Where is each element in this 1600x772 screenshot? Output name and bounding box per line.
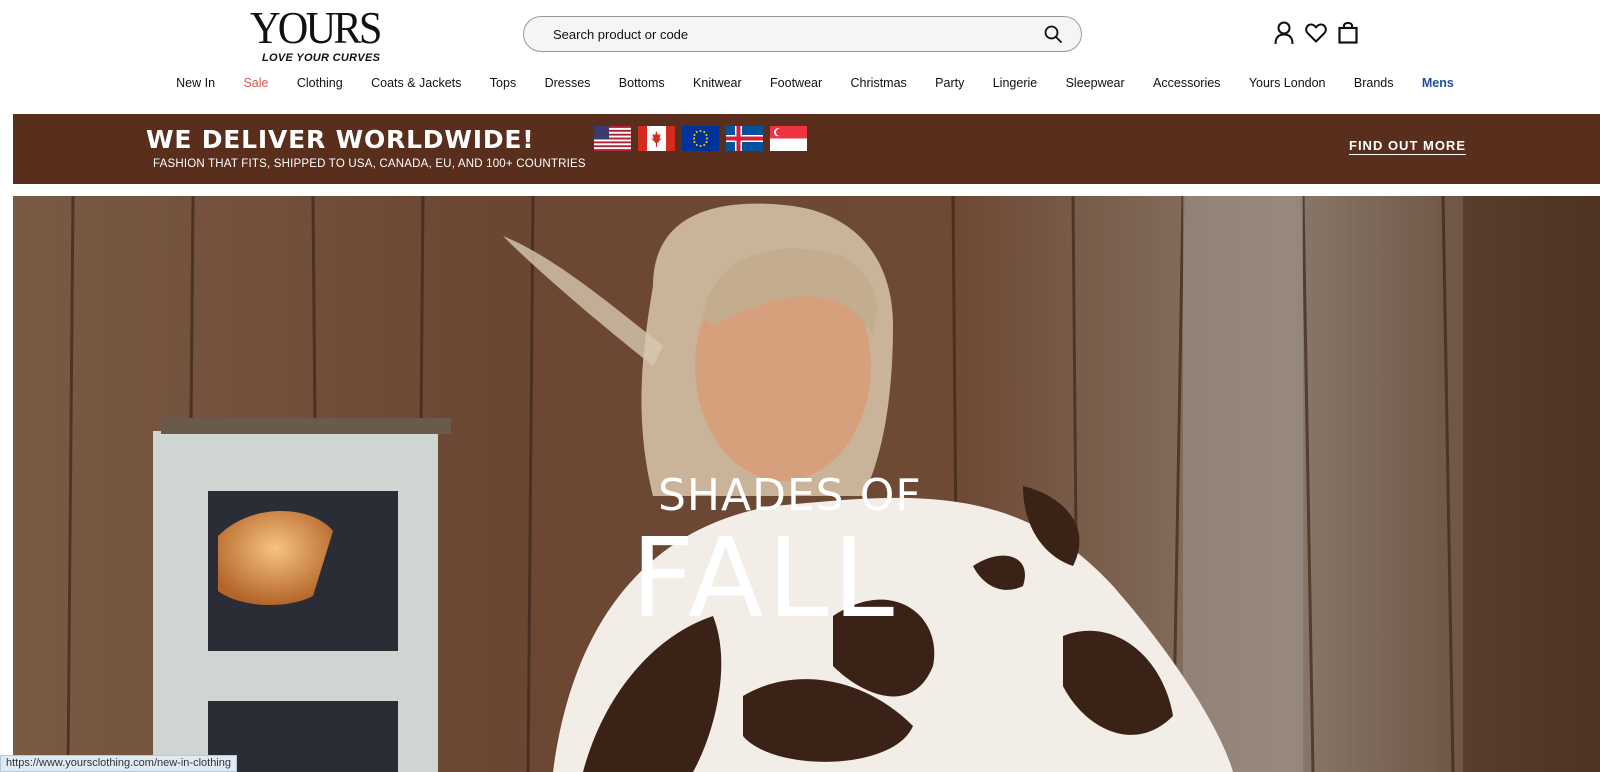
logo-tagline: LOVE YOUR CURVES xyxy=(262,52,381,64)
singapore-flag-icon xyxy=(770,126,807,151)
account-icon[interactable] xyxy=(1273,20,1295,46)
nav-item-brands[interactable]: Brands xyxy=(1340,72,1408,96)
hero-heading-line2: FALL xyxy=(631,514,898,642)
main-navigation: New In Sale Clothing Coats & Jackets Top… xyxy=(0,72,1600,96)
nav-item-lingerie[interactable]: Lingerie xyxy=(979,72,1052,96)
search-bar xyxy=(523,16,1082,52)
country-flags xyxy=(594,126,807,151)
nav-item-dresses[interactable]: Dresses xyxy=(530,72,604,96)
hero-banner[interactable]: SHADES OF FALL xyxy=(13,196,1600,772)
nav-item-tops[interactable]: Tops xyxy=(476,72,531,96)
nav-item-party[interactable]: Party xyxy=(921,72,979,96)
hero-text: SHADES OF FALL xyxy=(13,196,1600,772)
nav-item-clothing[interactable]: Clothing xyxy=(283,72,357,96)
search-input[interactable] xyxy=(524,17,1033,51)
nav-item-footwear[interactable]: Footwear xyxy=(756,72,836,96)
nav-item-mens[interactable]: Mens xyxy=(1408,72,1468,96)
promo-subtitle: FASHION THAT FITS, SHIPPED TO USA, CANAD… xyxy=(153,158,586,170)
usa-flag-icon xyxy=(594,126,631,151)
eu-flag-icon xyxy=(682,126,719,151)
link-preview-url: https://www.yoursclothing.com/new-in-clo… xyxy=(0,755,237,772)
logo-wordmark: YOURS xyxy=(250,2,382,53)
nav-item-christmas[interactable]: Christmas xyxy=(836,72,921,96)
nav-item-sale[interactable]: Sale xyxy=(229,72,282,96)
nav-item-new-in[interactable]: New In xyxy=(162,72,229,96)
search-icon[interactable] xyxy=(1033,16,1073,52)
nav-item-knitwear[interactable]: Knitwear xyxy=(679,72,756,96)
heart-icon[interactable] xyxy=(1305,20,1327,46)
nav-item-yours-london[interactable]: Yours London xyxy=(1235,72,1340,96)
brand-logo[interactable]: YOURS LOVE YOUR CURVES xyxy=(250,2,390,65)
iceland-flag-icon xyxy=(726,126,763,151)
find-out-more-link[interactable]: FIND OUT MORE xyxy=(1349,138,1466,155)
nav-item-accessories[interactable]: Accessories xyxy=(1139,72,1235,96)
worldwide-delivery-banner[interactable]: WE DELIVER WORLDWIDE! FASHION THAT FITS,… xyxy=(13,114,1600,184)
header-icons xyxy=(1273,20,1359,48)
nav-item-sleepwear[interactable]: Sleepwear xyxy=(1051,72,1138,96)
nav-item-coats-jackets[interactable]: Coats & Jackets xyxy=(357,72,476,96)
promo-title: WE DELIVER WORLDWIDE! xyxy=(146,125,535,154)
canada-flag-icon xyxy=(638,126,675,151)
site-header: YOURS LOVE YOUR CURVES New In Sale Cloth… xyxy=(0,0,1600,110)
nav-item-bottoms[interactable]: Bottoms xyxy=(605,72,679,96)
shopping-bag-icon[interactable] xyxy=(1337,20,1359,46)
